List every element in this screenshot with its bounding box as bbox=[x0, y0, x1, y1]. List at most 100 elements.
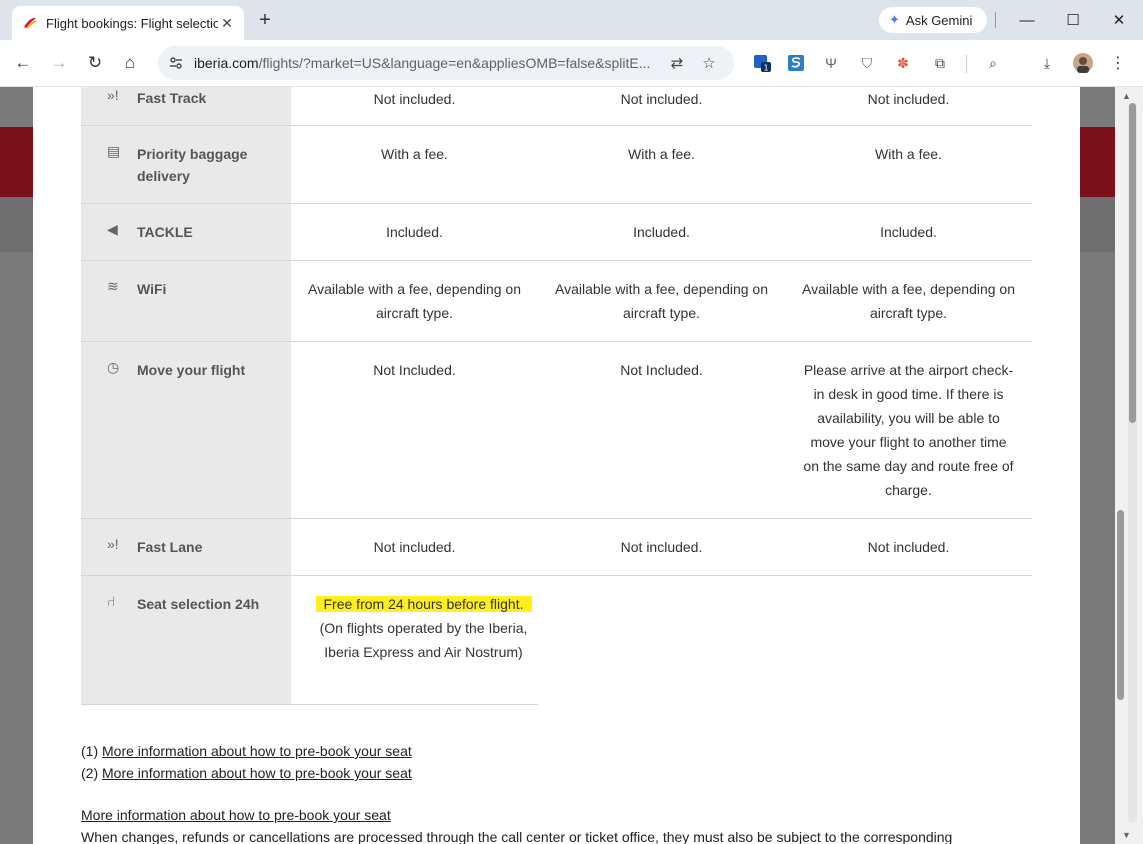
page-scrollbar[interactable]: ▲ ▼ bbox=[1115, 87, 1143, 844]
address-bar[interactable]: iberia.com/flights/?market=US&language=e… bbox=[158, 46, 734, 80]
table-row: ≋ WiFi Available with a fee, depending on… bbox=[81, 260, 1032, 342]
row-label: Priority baggage delivery bbox=[137, 145, 248, 184]
row-label: Fast Track bbox=[137, 90, 207, 106]
ask-gemini-label: Ask Gemini bbox=[905, 12, 973, 28]
menu-kebab-icon[interactable]: ⋮ bbox=[1108, 53, 1128, 73]
clock-icon: ◷ bbox=[107, 358, 120, 375]
table-cell: Included. bbox=[785, 203, 1032, 261]
tab-flight-selection[interactable]: Flight bookings: Flight selection ✕ bbox=[12, 6, 244, 40]
url-host: iberia.com bbox=[194, 55, 259, 71]
forward-button[interactable]: → bbox=[48, 52, 70, 74]
row-label-cell: »ǃ Fast Lane bbox=[81, 518, 291, 576]
prebook-seat-link-2[interactable]: More information about how to pre-book y… bbox=[102, 765, 412, 781]
extension-badge: 1 bbox=[763, 64, 768, 73]
table-cell: Available with a fee, depending on aircr… bbox=[538, 260, 785, 342]
row-label-cell: ◀ TACKLE bbox=[81, 203, 291, 261]
reload-button[interactable]: ↻ bbox=[84, 52, 106, 74]
row-label-cell: ◷ Move your flight bbox=[81, 341, 291, 519]
tab-search-icon[interactable]: ⌕ bbox=[983, 53, 1003, 73]
table-row: ▤ Priority baggage delivery With a fee. W… bbox=[81, 125, 1032, 204]
footnote-2: (2) More information about how to pre-bo… bbox=[81, 762, 412, 784]
table-cell: With a fee. bbox=[291, 125, 538, 204]
row-label: Fast Lane bbox=[137, 538, 203, 555]
wifi-icon: ≋ bbox=[107, 277, 119, 294]
toolbar-divider bbox=[966, 55, 967, 73]
profile-avatar[interactable] bbox=[1073, 53, 1093, 73]
download-icon[interactable]: ⤓ bbox=[1037, 53, 1057, 73]
fast-track-icon: »ǃ bbox=[107, 87, 119, 103]
extension-s-icon[interactable] bbox=[786, 53, 806, 73]
table-row: »ǃ Fast Lane Not included. Not included. … bbox=[81, 518, 1032, 576]
table-cell: With a fee. bbox=[785, 125, 1032, 204]
footnote-1: (1) More information about how to pre-bo… bbox=[81, 740, 412, 762]
prebook-seat-link-3[interactable]: More information about how to pre-book y… bbox=[81, 807, 391, 823]
table-cell: Included. bbox=[538, 203, 785, 261]
translate-icon[interactable]: ⇄ bbox=[668, 54, 686, 72]
scroll-down-arrow-icon[interactable]: ▼ bbox=[1122, 830, 1131, 840]
ask-gemini-button[interactable]: ✦ Ask Gemini bbox=[879, 7, 987, 33]
tackle-icon: ◀ bbox=[107, 220, 118, 237]
extension-tab-manager-icon[interactable]: 1 bbox=[752, 53, 772, 73]
footnotes: (1) More information about how to pre-bo… bbox=[81, 740, 412, 784]
gemini-icon: ✦ bbox=[889, 12, 900, 27]
prebook-seat-link-1[interactable]: More information about how to pre-book y… bbox=[102, 743, 412, 759]
extension-trident-icon[interactable]: Ψ bbox=[821, 53, 841, 73]
table-cell: Not included. bbox=[291, 87, 538, 126]
footnote-1-prefix: (1) bbox=[81, 743, 99, 759]
row-label-cell: ≋ WiFi bbox=[81, 260, 291, 342]
table-cell: Included. bbox=[291, 203, 538, 261]
url-text: iberia.com/flights/?market=US&language=e… bbox=[194, 55, 656, 71]
row-label-cell: »ǃ Fast Track bbox=[81, 87, 291, 126]
table-row: ◷ Move your flight Not Included. Not Incl… bbox=[81, 341, 1032, 519]
table-cell: Not included. bbox=[538, 87, 785, 126]
table-cell: Not Included. bbox=[538, 341, 785, 519]
empty-cell bbox=[538, 575, 785, 704]
row-label-cell: ⑁ Seat selection 24h bbox=[81, 575, 291, 705]
table-cell: With a fee. bbox=[538, 125, 785, 204]
table-row: ◀ TACKLE Included. Included. Included. bbox=[81, 203, 1032, 261]
site-info-icon[interactable] bbox=[168, 55, 184, 71]
row-label: WiFi bbox=[137, 280, 167, 297]
back-button[interactable]: ← bbox=[12, 52, 34, 74]
maximize-button[interactable]: ☐ bbox=[1063, 10, 1083, 30]
page-viewport: »ǃ Fast Track Not included. Not included.… bbox=[0, 87, 1115, 844]
extensions-puzzle-icon[interactable]: ⧉ bbox=[930, 53, 950, 73]
fare-comparison-table: »ǃ Fast Track Not included. Not included.… bbox=[81, 87, 1032, 705]
row-label: TACKLE bbox=[137, 223, 193, 240]
table-cell: Available with a fee, depending on aircr… bbox=[785, 260, 1032, 342]
table-row-seat-selection: ⑁ Seat selection 24h Free from 24 hours b… bbox=[81, 575, 1032, 705]
seat-icon: ⑁ bbox=[107, 592, 116, 609]
url-path: /flights/?market=US&language=en&appliesO… bbox=[258, 55, 651, 71]
row-label-cell: ▤ Priority baggage delivery bbox=[81, 125, 291, 204]
row-label: Seat selection 24h bbox=[137, 595, 260, 612]
tab-title: Flight bookings: Flight selection bbox=[46, 15, 218, 31]
footer-link-wrap: More information about how to pre-book y… bbox=[81, 807, 391, 823]
scrollbar-thumb[interactable] bbox=[1129, 103, 1136, 423]
close-tab-icon[interactable]: ✕ bbox=[218, 14, 236, 32]
minimize-button[interactable]: — bbox=[1017, 10, 1037, 30]
browser-toolbar: ← → ↻ ⌂ iberia.com/flights/?market=US&la… bbox=[0, 40, 1143, 87]
table-cell: Not included. bbox=[785, 87, 1032, 126]
bookmark-star-icon[interactable]: ☆ bbox=[700, 54, 718, 72]
table-row: »ǃ Fast Track Not included. Not included.… bbox=[81, 87, 1032, 126]
seat-note: (On flights operated by the Iberia, Iber… bbox=[319, 619, 528, 660]
home-button[interactable]: ⌂ bbox=[119, 52, 141, 74]
baggage-icon: ▤ bbox=[107, 142, 121, 159]
fast-lane-icon: »ǃ bbox=[107, 535, 119, 552]
table-cell: Available with a fee, depending on aircr… bbox=[291, 260, 538, 342]
extension-butterfly-icon[interactable]: ✽ bbox=[893, 53, 913, 73]
fare-comparison-modal: »ǃ Fast Track Not included. Not included.… bbox=[33, 87, 1080, 844]
new-tab-button[interactable]: + bbox=[254, 9, 276, 31]
close-window-button[interactable]: ✕ bbox=[1109, 10, 1129, 30]
tab-strip: Flight bookings: Flight selection ✕ + ✦ … bbox=[0, 0, 1143, 40]
table-cell: Please arrive at the airport check-in de… bbox=[785, 341, 1032, 519]
empty-cell bbox=[785, 575, 1032, 704]
extension-shield-icon[interactable]: ⛉ bbox=[857, 53, 877, 73]
conditions-text: When changes, refunds or cancellations a… bbox=[81, 829, 953, 844]
scroll-up-arrow-icon[interactable]: ▲ bbox=[1122, 91, 1131, 101]
row-label: Move your flight bbox=[137, 361, 246, 378]
modal-scrollbar-thumb[interactable] bbox=[1117, 510, 1124, 700]
table-cell: Free from 24 hours before flight. (On fl… bbox=[291, 575, 538, 705]
table-cell: Not included. bbox=[785, 518, 1032, 576]
iberia-logo-icon bbox=[22, 15, 38, 31]
